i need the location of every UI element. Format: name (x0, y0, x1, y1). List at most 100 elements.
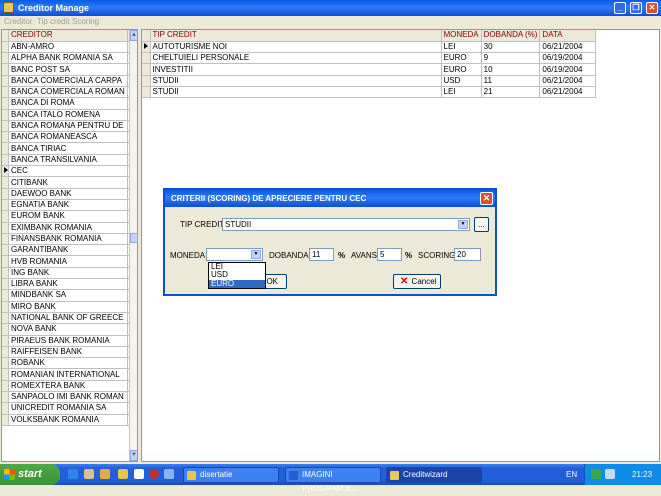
table-row[interactable]: CHELTUIELI PERSONALE EURO 9 06/19/2004 (142, 52, 597, 65)
data-cell[interactable]: 06/21/2004 (539, 75, 597, 87)
table-row[interactable]: NOVA BANKgalati@ (2, 323, 137, 336)
mail-icon[interactable] (100, 469, 110, 479)
creditor-cell[interactable]: EXIMBANK ROMANIA (8, 222, 128, 234)
splitter-grip[interactable] (130, 233, 138, 243)
creditor-cell[interactable]: FINANSBANK ROMANIA (8, 233, 128, 246)
creditor-cell[interactable]: BANCA DI ROMA (8, 97, 128, 110)
table-row[interactable]: BANCA ITALO ROMENA@ (2, 109, 137, 121)
media-icon[interactable] (149, 469, 159, 479)
row-indicator[interactable] (142, 86, 151, 99)
creditor-cell[interactable]: HVB ROMANIA (8, 255, 128, 268)
table-row[interactable]: STUDII USD 11 06/21/2004 (142, 75, 597, 87)
table-row[interactable]: UNICREDIT ROMANIA SA@ (2, 402, 137, 415)
creditor-cell[interactable]: NOVA BANK (8, 323, 128, 336)
close-button[interactable]: ✕ (646, 2, 658, 14)
table-row[interactable]: ING BANKgalati@ (2, 267, 137, 280)
creditor-cell[interactable]: PIRAEUS BANK ROMANIA (8, 335, 128, 347)
column-header-moneda[interactable]: MONEDA (441, 30, 482, 42)
table-row[interactable]: GARANTIBANK@ (2, 244, 137, 257)
creditor-cell[interactable]: VOLKSBANK ROMANIA (8, 414, 128, 426)
creditor-cell[interactable]: ROMEXTERA BANK (8, 380, 128, 393)
creditor-cell[interactable]: ROMANIAN INTERNATIONAL (8, 368, 128, 381)
creditor-cell[interactable]: ROBANK (8, 357, 128, 370)
column-header-creditor[interactable]: CREDITOR (8, 30, 128, 42)
creditor-cell[interactable]: GARANTIBANK (8, 244, 128, 257)
cancel-button[interactable]: ✕ Cancel (393, 274, 441, 289)
column-header-tip-credit[interactable]: TIP CREDIT (150, 30, 442, 42)
tip-credit-select[interactable]: STUDII ▼ (222, 218, 470, 231)
creditor-cell[interactable]: CITIBANK (8, 176, 128, 189)
task-disertatie[interactable]: disertatie (183, 467, 279, 483)
table-row[interactable]: BANCA ROMANA PENTRU DE@ (2, 120, 137, 133)
table-row[interactable]: VOLKSBANK ROMANIA@ (2, 414, 137, 426)
creditor-cell[interactable]: BANCA COMERCIALA CARPA (8, 75, 128, 87)
moneda-option[interactable]: EURO (209, 279, 265, 288)
table-row[interactable]: LIBRA BANKoradea (2, 278, 137, 291)
creditor-cell[interactable]: DAEWOO BANK (8, 188, 128, 200)
dialog-close-icon[interactable]: ✕ (480, 192, 493, 205)
table-row[interactable]: ABN-AMROoffice@ (2, 41, 137, 54)
dobanda-cell[interactable]: 30 (481, 41, 541, 54)
tip-credit-cell[interactable]: AUTOTURISME NOI (150, 41, 442, 54)
dobanda-input[interactable]: 11 (309, 248, 334, 261)
menu-tip-credit[interactable]: Tip credit (37, 17, 70, 26)
creditor-cell[interactable]: UNICREDIT ROMANIA SA (8, 402, 128, 415)
antivirus-icon[interactable] (591, 469, 601, 479)
speaker-icon[interactable] (605, 469, 615, 479)
maximize-button[interactable]: ❐ (630, 2, 642, 14)
data-cell[interactable]: 06/19/2004 (539, 52, 597, 65)
tip-credit-cell[interactable]: STUDII (150, 75, 442, 87)
tip-credit-cell[interactable]: STUDII (150, 86, 442, 99)
folder-icon[interactable] (118, 469, 128, 479)
table-row[interactable]: HVB ROMANIA@ (2, 255, 137, 268)
creditor-cell[interactable]: NATIONAL BANK OF GREECE (8, 312, 128, 325)
creditor-cell[interactable]: ING BANK (8, 267, 128, 280)
table-row[interactable]: DAEWOO BANKbirou@ (2, 188, 137, 200)
row-indicator[interactable] (142, 63, 151, 76)
language-indicator[interactable]: EN (566, 470, 577, 479)
task-creditwizard[interactable]: Creditwizard (386, 467, 482, 483)
creditor-cell[interactable]: EUROM BANK (8, 210, 128, 223)
chevron-down-icon[interactable]: ▼ (458, 220, 468, 229)
data-cell[interactable]: 06/19/2004 (539, 63, 597, 76)
moneda-cell[interactable]: EURO (441, 52, 482, 65)
row-indicator[interactable] (142, 75, 151, 87)
creditor-grid[interactable]: CREDITOR EMAIL ABN-AMROoffice@ALPHA BANK… (1, 29, 138, 462)
title-bar[interactable]: Creditor Manage _ ❐ ✕ (0, 0, 661, 16)
table-row[interactable]: INVESTITII EURO 10 06/19/2004 (142, 63, 597, 76)
creditor-cell[interactable]: RAIFFEISEN BANK (8, 346, 128, 359)
table-row[interactable]: MIRO BANK@ (2, 301, 137, 313)
moneda-cell[interactable]: USD (441, 75, 482, 87)
table-row[interactable]: BANCA COMERCIALA CARPA@ (2, 75, 137, 87)
tip-credit-cell[interactable]: CHELTUIELI PERSONALE (150, 52, 442, 65)
dialog-title-bar[interactable]: CRITERII (SCORING) DE APRECIERE PENTRU C… (165, 190, 495, 207)
table-row[interactable]: BANC POST SAoffice1 (2, 63, 137, 76)
browse-button[interactable]: ... (474, 217, 489, 232)
table-row[interactable]: NATIONAL BANK OF GREECE@ (2, 312, 137, 325)
creditor-cell[interactable]: BANCA TRANSILVANIA (8, 154, 128, 167)
table-row[interactable]: SANPAOLO IMI BANK ROMAN@ (2, 391, 137, 404)
scroll-up-icon[interactable]: ▲ (130, 30, 137, 41)
task-imagini-program[interactable]: IMAGINI PROGRAM.d... (285, 467, 381, 493)
ie-icon[interactable] (68, 469, 78, 479)
moneda-dropdown-list[interactable]: LEI USD EURO (208, 262, 266, 289)
start-button[interactable]: start (0, 464, 60, 485)
table-row[interactable]: EUROM BANK@ (2, 210, 137, 223)
creditor-cell[interactable]: MINDBANK SA (8, 289, 128, 302)
creditor-cell[interactable]: EGNATIA BANK (8, 199, 128, 212)
creditor-cell[interactable]: BANCA TIRIAC (8, 142, 128, 155)
creditor-cell[interactable]: BANCA ROMANA PENTRU DE (8, 120, 128, 133)
creditor-cell[interactable]: BANCA ITALO ROMENA (8, 109, 128, 121)
table-row[interactable]: CECcontac (2, 165, 137, 178)
column-header-dobanda[interactable]: DOBANDA (%) (481, 30, 541, 42)
scoring-input[interactable]: 20 (454, 248, 481, 261)
table-row[interactable]: ROBANKrobank (2, 357, 137, 370)
table-row[interactable]: EGNATIA BANK@ (2, 199, 137, 212)
row-indicator[interactable] (142, 41, 151, 54)
data-cell[interactable]: 06/21/2004 (539, 86, 597, 99)
creditor-cell[interactable]: SANPAOLO IMI BANK ROMAN (8, 391, 128, 404)
row-indicator[interactable] (142, 52, 151, 65)
column-header-data[interactable]: DATA (539, 30, 597, 42)
table-row[interactable]: AUTOTURISME NOI LEI 30 06/21/2004 (142, 41, 597, 54)
table-row[interactable]: BANCA ROMANEASCA@ (2, 131, 137, 144)
